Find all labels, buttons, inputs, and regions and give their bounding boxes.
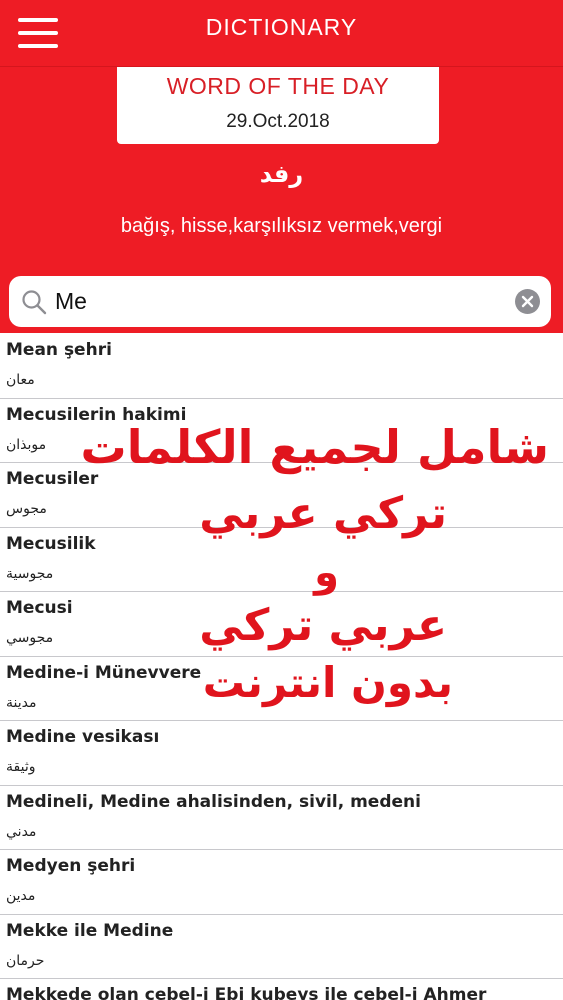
list-item[interactable]: Mekkede olan cebel-i Ebi kubeys ile cebe…	[0, 979, 563, 1000]
list-item-translation: مجوس	[6, 501, 47, 517]
list-item[interactable]: Mekke ile Medine حرمان	[0, 914, 563, 979]
list-item-translation: مجوسية	[6, 565, 54, 582]
search-input[interactable]	[55, 284, 495, 318]
list-item-term: Mekke ile Medine	[6, 920, 174, 941]
clear-icon[interactable]	[515, 289, 540, 314]
list-item-term: Medineli, Medine ahalisinden, sivil, med…	[6, 791, 421, 812]
list-item[interactable]: Mecusilik مجوسية	[0, 527, 563, 592]
list-item[interactable]: Mecusi مجوسي	[0, 592, 563, 657]
word-of-the-day-word: رفد	[259, 160, 304, 188]
search-icon	[22, 290, 47, 315]
list-item-translation: معان	[6, 372, 35, 388]
list-item[interactable]: Medine vesikası وثيقة	[0, 721, 563, 786]
list-item-term: Mekkede olan cebel-i Ebi kubeys ile cebe…	[6, 985, 487, 1000]
list-item[interactable]: Medineli, Medine ahalisinden, sivil, med…	[0, 785, 563, 850]
search-bar	[9, 276, 551, 327]
list-item-term: Mecusilerin hakimi	[6, 404, 187, 425]
word-of-the-day-heading: WORD OF THE DAY	[166, 73, 390, 99]
list-item-translation: مدين	[6, 888, 36, 904]
results-list: Mean şehri معان Mecusilerin hakimi موبذا…	[0, 334, 563, 1000]
list-item-translation: حرمان	[6, 952, 45, 969]
list-item-term: Mean şehri	[6, 340, 112, 360]
app-title: DICTIONARY	[205, 14, 358, 40]
list-item-term: Mecusilik	[6, 533, 96, 554]
word-of-the-day-card[interactable]: WORD OF THE DAY 29.Oct.2018	[117, 67, 439, 144]
list-item[interactable]: Medyen şehri مدين	[0, 850, 563, 915]
list-item-term: Mecusiler	[6, 469, 99, 489]
list-item[interactable]: Mecusilerin hakimi موبذان	[0, 398, 563, 463]
list-item-translation: موبذان	[6, 436, 47, 453]
list-item[interactable]: Medine-i Münevvere مدينة	[0, 656, 563, 721]
list-item[interactable]: Mean şehri معان	[0, 334, 563, 399]
list-item-translation: مدينة	[6, 694, 37, 711]
list-item-translation: مجوسي	[6, 630, 54, 646]
list-item-term: Mecusi	[6, 598, 73, 618]
list-item[interactable]: Mecusiler مجوس	[0, 463, 563, 528]
list-item-term: Medine vesikası	[6, 727, 160, 747]
list-item-translation: مدني	[6, 823, 37, 840]
list-item-translation: وثيقة	[6, 759, 36, 775]
word-of-the-day-date: 29.Oct.2018	[226, 111, 330, 132]
word-of-the-day-meaning: bağış, hisse,karşılıksız vermek,vergi	[120, 215, 443, 237]
header: DICTIONARY WORD OF THE DAY 29.Oct.2018 ر…	[0, 0, 563, 333]
list-item-term: Medine-i Münevvere	[6, 662, 202, 683]
list-item-term: Medyen şehri	[6, 856, 136, 876]
